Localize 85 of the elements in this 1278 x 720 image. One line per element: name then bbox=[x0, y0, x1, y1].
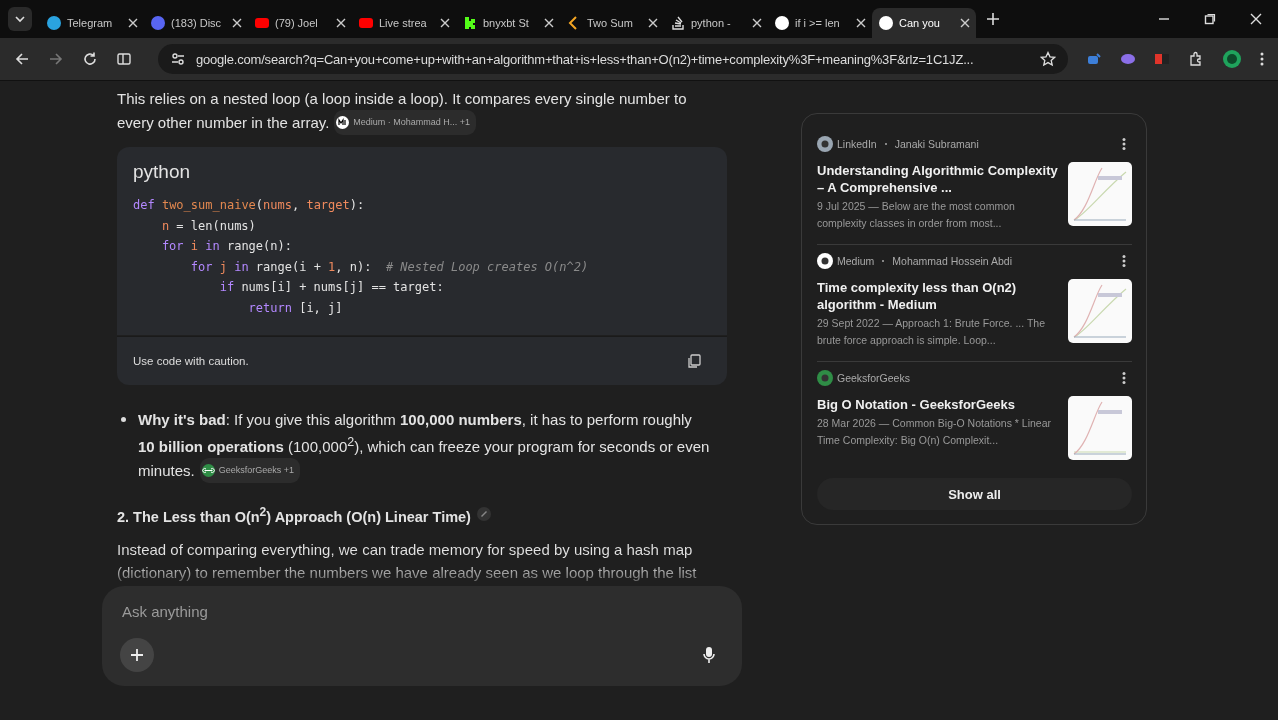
close-icon[interactable] bbox=[856, 18, 866, 28]
code-line: if nums[i] + nums[j] == target: bbox=[218, 279, 444, 297]
favicon-icon bbox=[150, 15, 166, 31]
ask-field[interactable]: Ask anything bbox=[120, 602, 724, 621]
favicon-icon bbox=[46, 15, 62, 31]
extension-icon[interactable] bbox=[1120, 51, 1136, 67]
chevron-down-icon bbox=[14, 13, 26, 25]
source-author: Mohammad Hossein Abdi bbox=[892, 255, 1012, 267]
site-logo-icon bbox=[201, 463, 215, 477]
new-tab-icon[interactable] bbox=[986, 12, 1000, 26]
split-view-icon[interactable] bbox=[116, 51, 132, 67]
bullet-text: minutes. bbox=[138, 460, 195, 481]
add-button[interactable] bbox=[120, 638, 154, 672]
source-site: GeeksforGeeks bbox=[837, 372, 910, 384]
plus-icon bbox=[130, 648, 144, 662]
site-settings-icon[interactable] bbox=[170, 51, 186, 67]
microphone-icon[interactable] bbox=[702, 646, 716, 664]
favicon-icon bbox=[670, 15, 686, 31]
site-logo-icon bbox=[817, 253, 833, 269]
forward-icon[interactable] bbox=[48, 51, 64, 67]
bullet-dot bbox=[121, 416, 126, 422]
browser-tab[interactable]: bnyxbt St bbox=[456, 8, 560, 38]
source-author: Janaki Subramani bbox=[894, 138, 979, 150]
more-icon[interactable] bbox=[1122, 138, 1126, 150]
favicon-icon bbox=[462, 15, 478, 31]
source-title[interactable]: Time complexity less than O(n2) algorithm - Medium bbox=[817, 279, 1058, 313]
copy-icon[interactable] bbox=[687, 353, 701, 368]
more-icon[interactable] bbox=[1122, 255, 1126, 267]
source-chip[interactable]: Medium · Mohammad H... +1 bbox=[334, 110, 477, 135]
code-line: for i in range(n): bbox=[160, 238, 292, 256]
code-line: return [i, j] bbox=[247, 299, 343, 317]
close-icon[interactable] bbox=[440, 18, 450, 28]
browser-tab[interactable]: Telegram bbox=[40, 8, 144, 38]
reload-icon[interactable] bbox=[82, 51, 98, 67]
browser-tab[interactable]: Can you bbox=[872, 8, 976, 38]
browser-tab[interactable]: (183) Disc bbox=[144, 8, 248, 38]
site-logo-icon bbox=[336, 116, 350, 129]
restore-icon[interactable] bbox=[1204, 13, 1216, 25]
close-icon[interactable] bbox=[648, 18, 658, 28]
tab-list-button[interactable] bbox=[8, 7, 32, 31]
browser-tab[interactable]: Live strea bbox=[352, 8, 456, 38]
browser-tab[interactable]: (79) Joel bbox=[248, 8, 352, 38]
more-icon[interactable] bbox=[1260, 52, 1264, 66]
link-icon[interactable] bbox=[476, 507, 491, 522]
site-logo-icon bbox=[817, 136, 833, 152]
site-logo-icon bbox=[817, 370, 833, 386]
source-chip[interactable]: GeeksforGeeks +1 bbox=[199, 457, 300, 483]
close-icon[interactable] bbox=[960, 18, 970, 28]
favicon-icon bbox=[774, 15, 790, 31]
address-bar[interactable]: google.com/search?q=Can+you+come+up+with+an+algorithm+that+is+less+than+O(n2)+time+complexity%3F+meaning%3F&rlz=1C1JZ... bbox=[158, 44, 1068, 74]
extension-icon[interactable] bbox=[1086, 51, 1102, 67]
paragraph-line: every other number in the array. bbox=[117, 113, 330, 133]
source-snippet: 28 Mar 2026 — Common Big-O Notations * Linear Time Complexity: Big O(n) Complexit... bbox=[817, 416, 1053, 448]
close-icon[interactable] bbox=[752, 18, 762, 28]
close-icon[interactable] bbox=[128, 18, 138, 28]
browser-tab[interactable]: python - bbox=[664, 8, 768, 38]
profile-icon[interactable] bbox=[1222, 49, 1242, 69]
close-icon[interactable] bbox=[1250, 13, 1262, 25]
source-snippet: 9 Jul 2025 — Below are the most common complexity classes in order from most... bbox=[817, 199, 1016, 231]
favicon-icon bbox=[878, 15, 894, 31]
code-line: def two_sum_naive(nums, target): bbox=[133, 197, 365, 214]
paragraph-line: This relies on a nested loop (a loop inside a loop). It compares every single number to bbox=[117, 89, 688, 109]
puzzle-icon[interactable] bbox=[1188, 51, 1204, 67]
favicon-icon bbox=[254, 15, 270, 31]
show-all-button[interactable]: Show all bbox=[817, 478, 1132, 510]
close-icon[interactable] bbox=[232, 18, 242, 28]
source-snippet: 29 Sept 2022 — Approach 1: Brute Force. ... The brute force approach is simple. Loop... bbox=[817, 316, 1047, 348]
back-icon[interactable] bbox=[14, 51, 30, 67]
more-icon[interactable] bbox=[1122, 372, 1126, 384]
source-title[interactable]: Big O Notation - GeeksforGeeks bbox=[817, 396, 1058, 413]
browser-tab[interactable]: Two Sum bbox=[560, 8, 664, 38]
browser-tab[interactable]: if i >= len bbox=[768, 8, 872, 38]
code-line: for j in range(i + 1, n): # Nested Loop creates O(n^2) bbox=[189, 258, 589, 276]
extension-icon[interactable] bbox=[1154, 51, 1170, 67]
code-line: n = len(nums) bbox=[160, 217, 256, 235]
favicon-icon bbox=[358, 15, 374, 31]
close-icon[interactable] bbox=[336, 18, 346, 28]
source-site: Medium bbox=[837, 255, 875, 267]
section-heading: 2. The Less than O(n$^{2}$) Approach (O(n) Linear Time) bbox=[117, 504, 471, 525]
code-language: python bbox=[133, 161, 192, 183]
source-title[interactable]: Understanding Algorithmic Complexity – A Comprehensive ... bbox=[817, 162, 1058, 196]
source-site: LinkedIn bbox=[837, 138, 877, 150]
caution-note: Use code with caution. bbox=[133, 354, 249, 367]
star-icon[interactable] bbox=[1040, 51, 1056, 67]
close-icon[interactable] bbox=[544, 18, 554, 28]
